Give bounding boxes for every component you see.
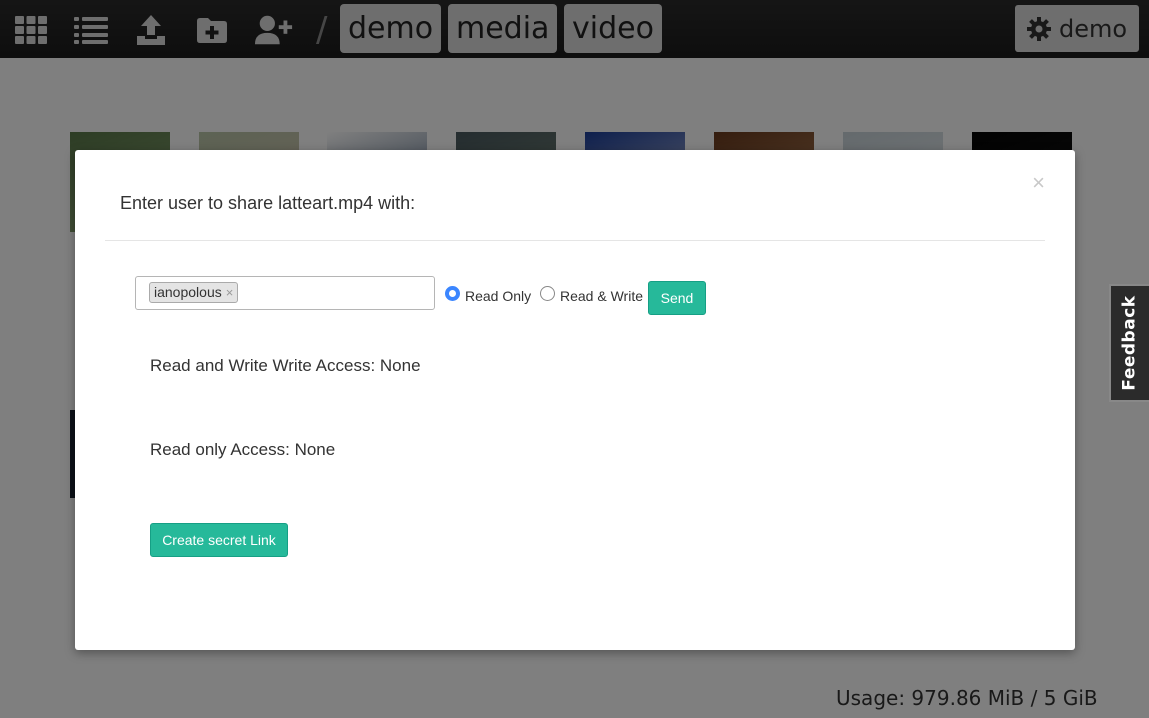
read-only-label[interactable]: Read Only: [465, 288, 531, 304]
close-icon[interactable]: ×: [1032, 172, 1045, 194]
read-only-radio[interactable]: [445, 286, 460, 301]
send-button[interactable]: Send: [648, 281, 706, 315]
divider: [105, 240, 1045, 241]
user-tag: ianopolous ×: [149, 282, 239, 303]
user-tag-label: ianopolous: [154, 284, 222, 300]
read-write-access-text: Read and Write Write Access: None: [150, 356, 421, 375]
share-dialog: × Enter user to share latteart.mp4 with:…: [75, 150, 1075, 650]
dialog-title: Enter user to share latteart.mp4 with:: [120, 193, 416, 213]
read-write-label[interactable]: Read & Write: [560, 288, 643, 304]
read-only-access-text: Read only Access: None: [150, 440, 336, 459]
read-write-radio[interactable]: [540, 286, 555, 301]
user-search-input[interactable]: ianopolous ×: [135, 276, 435, 310]
feedback-label: Feedback: [1120, 295, 1140, 391]
feedback-tab[interactable]: Feedback: [1109, 284, 1149, 402]
remove-tag-icon[interactable]: ×: [226, 283, 234, 302]
create-secret-link-button[interactable]: Create secret Link: [150, 523, 288, 557]
